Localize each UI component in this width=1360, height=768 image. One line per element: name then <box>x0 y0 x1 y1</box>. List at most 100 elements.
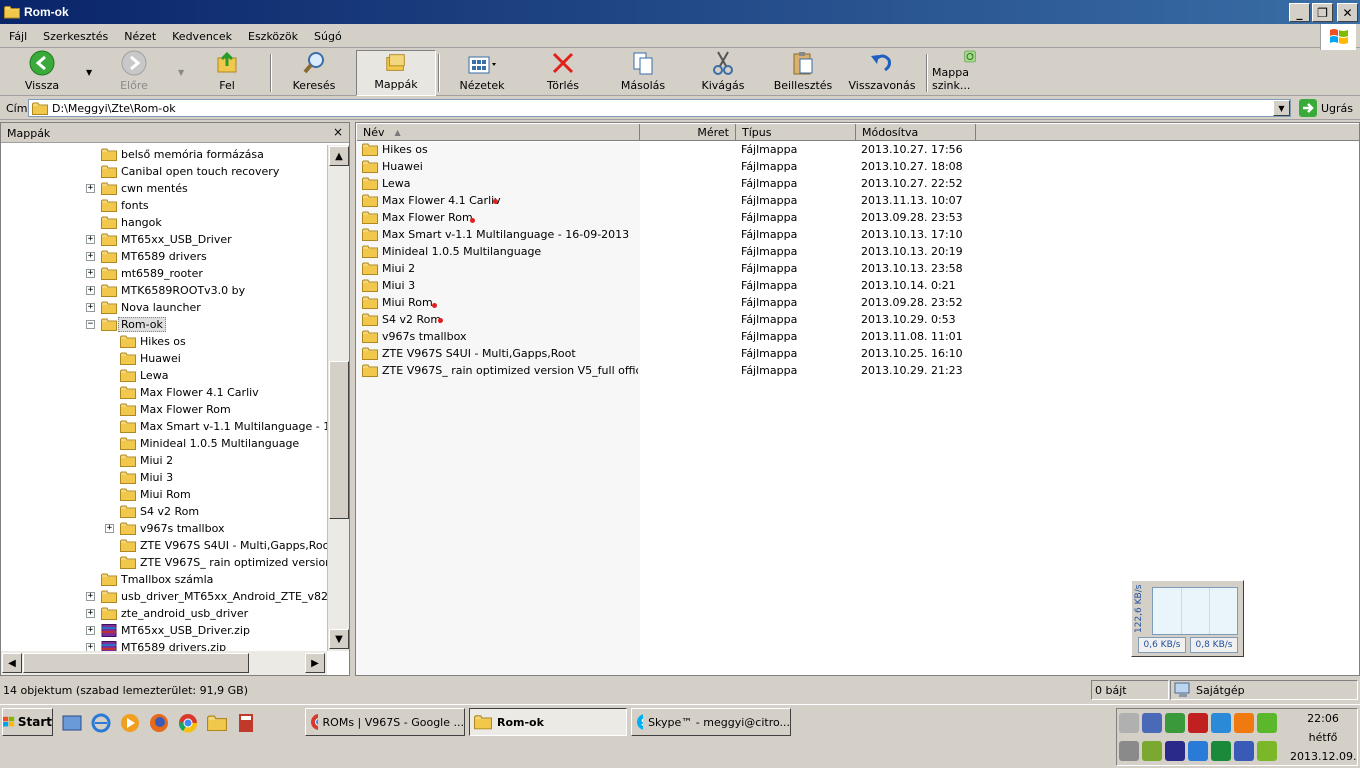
scroll-down-icon[interactable]: ▼ <box>329 629 349 649</box>
tree-item[interactable]: MT6589 drivers <box>101 248 207 265</box>
table-row[interactable]: Max Smart v-1.1 Multilanguage - 16-09-20… <box>356 227 976 244</box>
antivirus-shield-icon[interactable] <box>1188 713 1208 733</box>
column-header-name[interactable]: Név ▲ <box>357 124 640 141</box>
table-row[interactable]: Miui 2 Fájlmappa 2013.10.13. 23:58 <box>356 261 976 278</box>
scroll-left-icon[interactable]: ◀ <box>2 653 22 673</box>
paste-button[interactable]: Beillesztés <box>774 50 832 96</box>
back-dropdown-chevron-icon[interactable]: ▼ <box>86 68 92 77</box>
firefox-icon[interactable] <box>148 712 170 734</box>
scroll-thumb[interactable] <box>23 653 249 673</box>
cut-button[interactable]: Kivágás <box>698 50 748 96</box>
network-monitor-widget[interactable]: 122,6 KB/s 0,6 KB/s 0,8 KB/s <box>1131 580 1244 657</box>
delete-button[interactable]: Törlés <box>540 50 586 96</box>
folders-button[interactable]: Mappák <box>356 50 436 96</box>
tree-item[interactable]: Nova launcher <box>101 299 201 316</box>
folder-sync-button[interactable]: Mappa szink... <box>932 50 1008 96</box>
up-button[interactable]: Fel <box>204 50 250 96</box>
scroll-right-icon[interactable]: ▶ <box>305 653 325 673</box>
scroll-up-icon[interactable]: ▲ <box>329 146 349 166</box>
tree-item[interactable]: Miui Rom <box>120 486 191 503</box>
tree-item[interactable]: ZTE V967S S4UI - Multi,Gapps,Root <box>120 537 327 554</box>
tree-item[interactable]: belső memória formázása <box>101 146 264 163</box>
notification-bell-icon[interactable] <box>1119 713 1139 733</box>
restore-button[interactable]: ❐ <box>1312 3 1333 22</box>
table-row[interactable]: v967s tmallbox Fájlmappa 2013.11.08. 11:… <box>356 329 976 346</box>
tree-item[interactable]: Minideal 1.0.5 Multilanguage <box>120 435 299 452</box>
volume-icon[interactable] <box>1119 741 1139 761</box>
menu-view[interactable]: Nézet <box>115 30 163 43</box>
calculator-icon[interactable] <box>235 712 257 734</box>
tree-item[interactable]: Miui 3 <box>120 469 173 486</box>
start-button[interactable]: Start <box>2 708 53 736</box>
tree-item[interactable]: usb_driver_MT65xx_Android_ZTE_v821 <box>101 588 327 605</box>
media-player-icon[interactable] <box>119 712 141 734</box>
column-header-modified[interactable]: Módosítva <box>856 124 976 141</box>
clock-time[interactable]: 22:06 <box>1290 712 1356 725</box>
expand-plus-icon[interactable]: + <box>86 252 95 261</box>
tree-item[interactable]: MTK6589ROOTv3.0 by <box>101 282 245 299</box>
phone-sync-icon[interactable] <box>1211 713 1231 733</box>
tree-item[interactable]: Hikes os <box>120 333 186 350</box>
tree-item[interactable]: fonts <box>101 197 149 214</box>
tree-item[interactable]: Tmallbox számla <box>101 571 213 588</box>
forward-button[interactable]: Előre <box>110 50 158 96</box>
menu-file[interactable]: Fájl <box>0 30 34 43</box>
tree-item[interactable]: ZTE V967S_ rain optimized version V5_ <box>120 554 327 571</box>
tree-item[interactable]: zte_android_usb_driver <box>101 605 248 622</box>
address-input[interactable]: D:\Meggyi\Zte\Rom-ok ▼ <box>28 99 1291 117</box>
search-button[interactable]: Keresés <box>288 50 340 96</box>
tree-item[interactable]: MT6589 drivers.zip <box>101 639 226 651</box>
network-icon[interactable] <box>1142 713 1162 733</box>
tree-item[interactable]: MT65xx_USB_Driver.zip <box>101 622 250 639</box>
table-row[interactable]: Miui 3 Fájlmappa 2013.10.14. 0:21 <box>356 278 976 295</box>
expand-plus-icon[interactable]: + <box>86 184 95 193</box>
bluestacks-icon[interactable] <box>1142 741 1162 761</box>
vertical-scrollbar[interactable]: ▲ ▼ <box>327 145 349 651</box>
taskbar-item-explorer[interactable]: Rom-ok <box>469 708 627 736</box>
table-row[interactable]: S4 v2 Rom Fájlmappa 2013.10.29. 0:53 <box>356 312 976 329</box>
expand-plus-icon[interactable]: + <box>86 626 95 635</box>
taskbar-item-chrome[interactable]: ROMs | V967S - Google ... <box>305 708 465 736</box>
tree-item[interactable]: cwn mentés <box>101 180 188 197</box>
minimize-button[interactable]: _ <box>1289 3 1310 22</box>
tree-item[interactable]: hangok <box>101 214 162 231</box>
tree-item[interactable]: Huawei <box>120 350 181 367</box>
expand-plus-icon[interactable]: + <box>86 643 95 651</box>
tree-item[interactable]: MT65xx_USB_Driver <box>101 231 232 248</box>
table-row[interactable]: ZTE V967S S4UI - Multi,Gapps,Root Fájlma… <box>356 346 976 363</box>
tree-item[interactable]: Canibal open touch recovery <box>101 163 279 180</box>
expand-plus-icon[interactable]: + <box>105 524 114 533</box>
views-button[interactable]: Nézetek <box>456 50 508 96</box>
tree-item[interactable]: S4 v2 Rom <box>120 503 199 520</box>
table-row[interactable]: Max Flower 4.1 Carliv Fájlmappa 2013.11.… <box>356 193 976 210</box>
expand-plus-icon[interactable]: + <box>86 235 95 244</box>
table-row[interactable]: Huawei Fájlmappa 2013.10.27. 18:08 <box>356 159 976 176</box>
back-button[interactable]: Vissza <box>18 50 66 96</box>
copy-button[interactable]: Másolás <box>618 50 668 96</box>
keyboard-language-icon[interactable] <box>1234 741 1254 761</box>
collapse-minus-icon[interactable]: − <box>86 320 95 329</box>
table-row[interactable]: ZTE V967S_ rain optimized version V5_ful… <box>356 363 976 380</box>
tree-item[interactable]: Lewa <box>120 367 168 384</box>
download-manager-icon[interactable] <box>1234 713 1254 733</box>
chrome-icon[interactable] <box>177 712 199 734</box>
tree-item[interactable]: Max Flower 4.1 Carliv <box>120 384 259 401</box>
menu-favorites[interactable]: Kedvencek <box>163 30 239 43</box>
tree-item[interactable]: v967s tmallbox <box>120 520 225 537</box>
tree-item[interactable]: mt6589_rooter <box>101 265 203 282</box>
show-desktop-icon[interactable] <box>61 712 83 734</box>
menu-tools[interactable]: Eszközök <box>239 30 305 43</box>
explorer-icon[interactable] <box>206 712 228 734</box>
tree-item[interactable]: Max Smart v-1.1 Multilanguage - 16-09 <box>120 418 327 435</box>
scroll-thumb[interactable] <box>329 361 349 519</box>
graphics-icon[interactable] <box>1165 741 1185 761</box>
tree-item[interactable]: Max Flower Rom <box>120 401 231 418</box>
transfer-arrows-icon[interactable] <box>1165 713 1185 733</box>
table-row[interactable]: Hikes os Fájlmappa 2013.10.27. 17:56 <box>356 142 976 159</box>
internet-explorer-icon[interactable] <box>90 712 112 734</box>
tree-item-selected[interactable]: Rom-ok <box>101 316 166 333</box>
tree-item[interactable]: Miui 2 <box>120 452 173 469</box>
menu-help[interactable]: Súgó <box>305 30 349 43</box>
app-tray-icon[interactable] <box>1188 741 1208 761</box>
utorrent-icon[interactable] <box>1211 741 1231 761</box>
